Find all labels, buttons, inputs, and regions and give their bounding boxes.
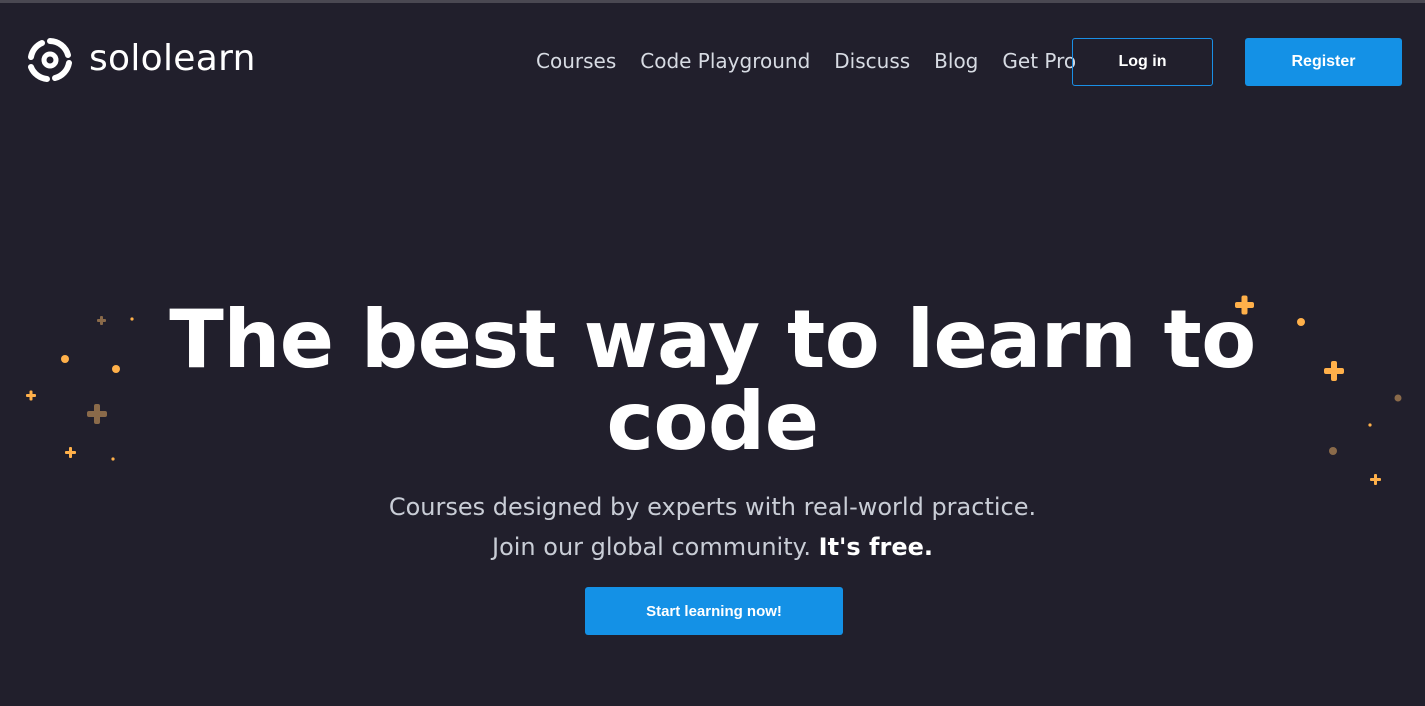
sparkle-plus-icon	[1235, 295, 1254, 315]
left-sparkle-decoration	[26, 316, 134, 461]
nav-blog[interactable]: Blog	[934, 49, 978, 73]
sparkle-plus-icon	[97, 316, 106, 325]
nav-discuss[interactable]: Discuss	[834, 49, 910, 73]
right-sparkle-decoration	[1235, 295, 1402, 485]
sparkle-dot-icon	[111, 457, 115, 461]
sparkle-plus-icon	[1324, 361, 1344, 381]
hero-title: The best way to learn to code	[0, 299, 1425, 463]
nav-courses[interactable]: Courses	[536, 49, 616, 73]
nav-get-pro[interactable]: Get Pro	[1002, 49, 1076, 73]
register-button[interactable]: Register	[1245, 38, 1402, 86]
sparkle-plus-icon	[87, 404, 107, 424]
hero-subtitle: Courses designed by experts with real-wo…	[0, 487, 1425, 567]
sparkle-dot-icon	[1329, 447, 1337, 455]
login-button[interactable]: Log in	[1072, 38, 1213, 86]
sparkle-plus-icon	[65, 447, 76, 458]
brand-logo[interactable]: sololearn	[25, 35, 256, 85]
hero-subtitle-emphasis: It's free.	[818, 533, 933, 561]
main-nav: Courses Code Playground Discuss Blog Get…	[536, 49, 1076, 73]
sparkle-plus-icon	[26, 390, 36, 401]
sololearn-swirl-icon	[28, 38, 72, 82]
sparkle-dot-icon	[1394, 394, 1402, 402]
sparkle-dot-icon	[1368, 423, 1372, 427]
hero-subtitle-line-2: Join our global community. It's free.	[0, 527, 1425, 567]
sparkle-plus-icon	[1370, 474, 1381, 485]
sparkle-dot-icon	[130, 317, 134, 321]
sparkle-dot-icon	[1297, 318, 1305, 326]
hero-subtitle-line-1: Courses designed by experts with real-wo…	[388, 493, 1037, 521]
sparkle-dot-icon	[112, 365, 120, 373]
landing-page: sololearn Courses Code Playground Discus…	[0, 0, 1425, 706]
hero-subtitle-lead: Join our global community.	[491, 533, 812, 561]
sparkle-dot-icon	[61, 355, 69, 363]
start-learning-button[interactable]: Start learning now!	[585, 587, 843, 635]
hero-title-line-2: code	[606, 375, 819, 468]
brand-name: sololearn	[89, 38, 256, 79]
nav-code-playground[interactable]: Code Playground	[640, 49, 810, 73]
hero-title-line-1: The best way to learn to	[169, 293, 1256, 386]
